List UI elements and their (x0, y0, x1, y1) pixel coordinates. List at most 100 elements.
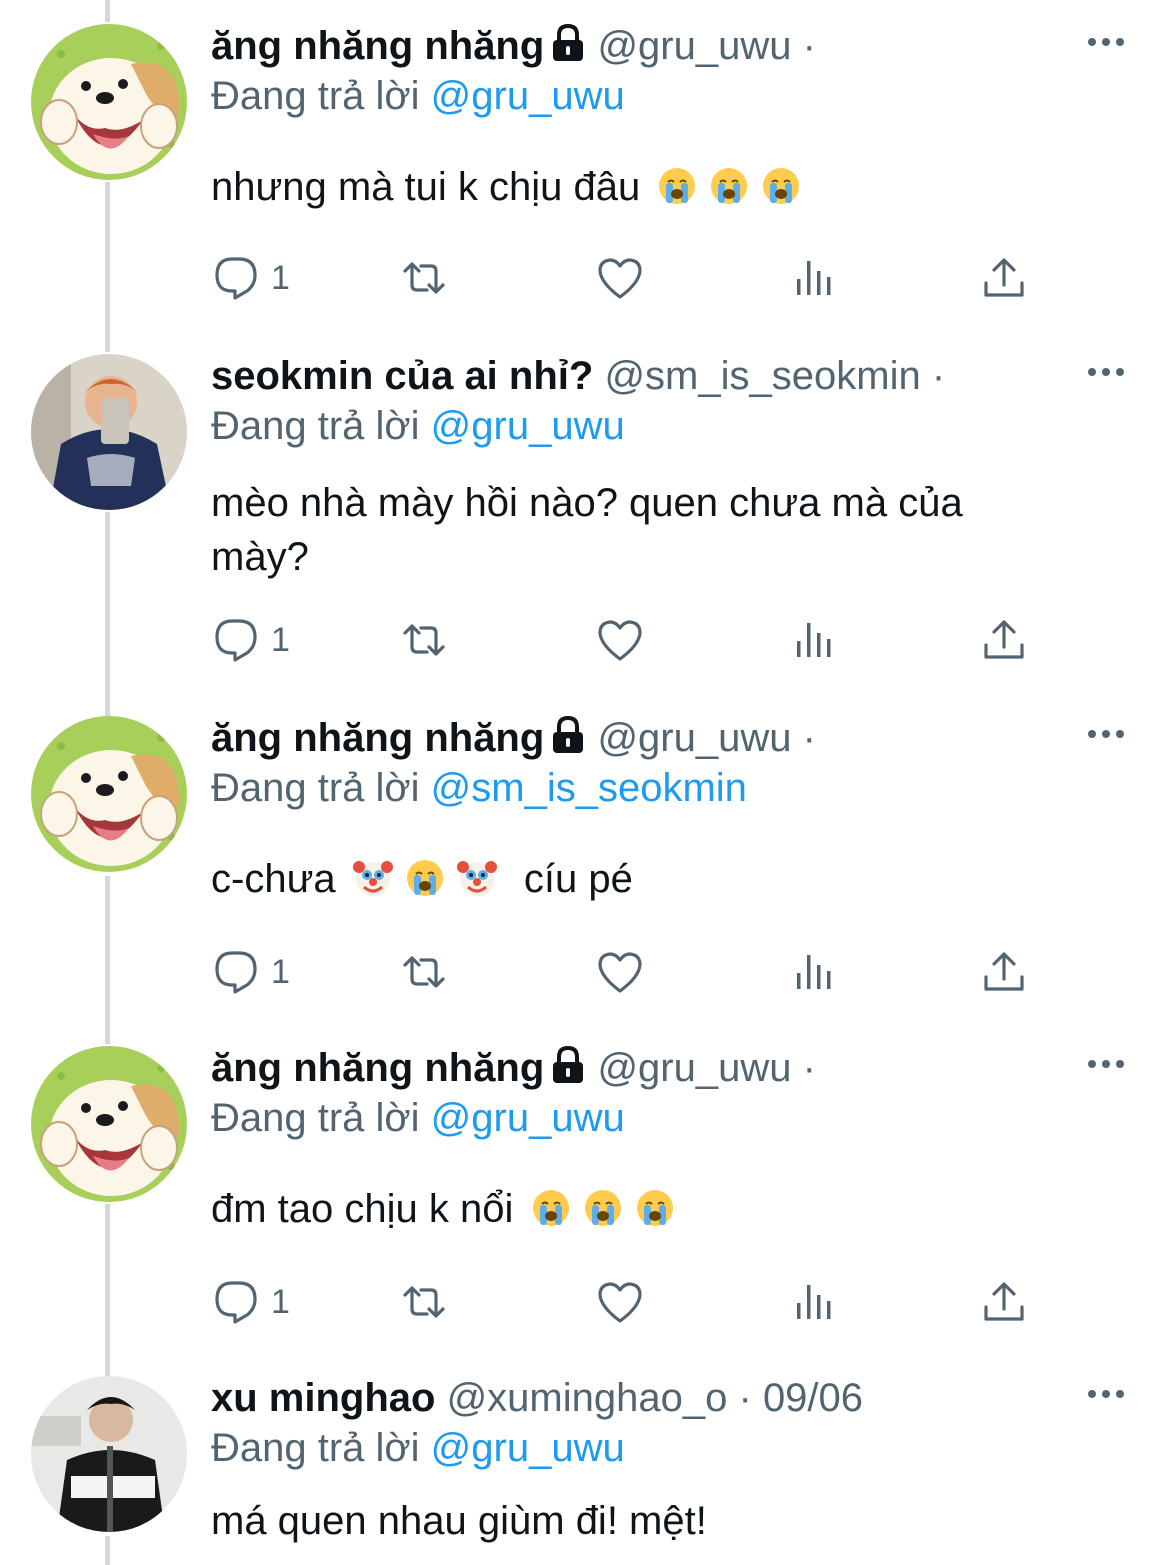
analytics-button[interactable] (789, 944, 839, 1000)
analytics-button[interactable] (789, 612, 839, 668)
separator-dot: · (931, 354, 946, 398)
tweet-text-suffix: cíu pé (523, 857, 633, 901)
separator-dot: · (802, 24, 816, 68)
crying-face-emoji (709, 166, 749, 206)
handle[interactable]: @gru_uwu (597, 716, 791, 760)
reply-icon (211, 253, 261, 303)
replying-label: Đang trả lời (211, 1096, 420, 1140)
like-button[interactable] (595, 944, 645, 1000)
stats-icon (789, 947, 839, 997)
reply-button[interactable]: 1 (211, 944, 290, 1000)
tweet-text: mèo nhà mày hồi nào? quen chưa mà của mà… (211, 476, 1091, 584)
reply-to-link[interactable]: @gru_uwu (431, 1426, 625, 1470)
clown-face-emoji (457, 858, 497, 898)
action-bar: 1 (211, 1274, 1041, 1330)
replying-to: Đang trả lời @gru_uwu (211, 72, 625, 120)
heart-icon (595, 253, 645, 303)
separator-dot: · (802, 716, 816, 760)
handle[interactable]: @xuminghao_o (447, 1376, 728, 1420)
handle[interactable]: @sm_is_seokmin (604, 354, 920, 398)
retweet-button[interactable] (399, 944, 449, 1000)
retweet-button[interactable] (399, 1274, 449, 1330)
lock-icon (550, 1045, 586, 1085)
replying-to: Đang trả lời @gru_uwu (211, 402, 625, 450)
retweet-icon (399, 1277, 449, 1327)
reply-to-link[interactable]: @gru_uwu (431, 74, 625, 118)
reply-button[interactable]: 1 (211, 250, 290, 306)
avatar[interactable] (31, 354, 187, 510)
stats-icon (789, 615, 839, 665)
handle[interactable]: @gru_uwu (597, 24, 791, 68)
display-name[interactable]: ăng nhăng nhăng (211, 1046, 544, 1090)
reply-to-link[interactable]: @sm_is_seokmin (431, 766, 747, 810)
tweet[interactable]: ăng nhăng nhăng @gru_uwu · Đang trả lời … (0, 10, 1170, 340)
heart-icon (595, 947, 645, 997)
reply-to-link[interactable]: @gru_uwu (431, 1096, 625, 1140)
retweet-icon (399, 253, 449, 303)
replying-to: Đang trả lời @gru_uwu (211, 1094, 625, 1142)
retweet-icon (399, 615, 449, 665)
tweet-text-content: nhưng mà tui k chịu đâu (211, 165, 641, 209)
tweet[interactable]: xu minghao @xuminghao_o · 09/06 Đang trả… (0, 1362, 1170, 1565)
reply-button[interactable]: 1 (211, 612, 290, 668)
reply-to-link[interactable]: @gru_uwu (431, 404, 625, 448)
avatar[interactable] (31, 1046, 187, 1202)
share-button[interactable] (979, 1274, 1029, 1330)
share-icon (979, 253, 1029, 303)
tweet-text: c-chưa cíu pé (211, 852, 1091, 906)
replying-label: Đang trả lời (211, 1426, 420, 1470)
share-icon (979, 615, 1029, 665)
stats-icon (789, 253, 839, 303)
replying-label: Đang trả lời (211, 404, 420, 448)
tweet[interactable]: seokmin của ai nhỉ? @sm_is_seokmin · Đan… (0, 340, 1170, 702)
tweet-header: ăng nhăng nhăng @gru_uwu · (211, 1044, 816, 1092)
reply-count: 1 (271, 258, 290, 297)
retweet-button[interactable] (399, 612, 449, 668)
crying-face-emoji (657, 166, 697, 206)
reply-icon (211, 1277, 261, 1327)
tweet-date[interactable]: 09/06 (763, 1376, 863, 1420)
crying-face-emoji (635, 1188, 675, 1228)
reply-count: 1 (271, 620, 290, 659)
like-button[interactable] (595, 1274, 645, 1330)
display-name[interactable]: ăng nhăng nhăng (211, 24, 544, 68)
more-options-icon[interactable] (1086, 728, 1126, 740)
share-button[interactable] (979, 250, 1029, 306)
tweet-header: ăng nhăng nhăng @gru_uwu · (211, 22, 816, 70)
tweet-text: nhưng mà tui k chịu đâu (211, 160, 1091, 214)
replying-to: Đang trả lời @sm_is_seokmin (211, 764, 747, 812)
avatar[interactable] (31, 24, 187, 180)
like-button[interactable] (595, 250, 645, 306)
crying-face-emoji (531, 1188, 571, 1228)
more-options-icon[interactable] (1086, 1388, 1126, 1400)
reply-count: 1 (271, 1282, 290, 1321)
share-icon (979, 1277, 1029, 1327)
crying-face-emoji (761, 166, 801, 206)
reply-button[interactable]: 1 (211, 1274, 290, 1330)
action-bar: 1 (211, 944, 1041, 1000)
avatar[interactable] (31, 716, 187, 872)
share-button[interactable] (979, 944, 1029, 1000)
tweet[interactable]: ăng nhăng nhăng @gru_uwu · Đang trả lời … (0, 1032, 1170, 1362)
analytics-button[interactable] (789, 1274, 839, 1330)
more-options-icon[interactable] (1086, 366, 1126, 378)
handle[interactable]: @gru_uwu (597, 1046, 791, 1090)
display-name[interactable]: seokmin của ai nhỉ? (211, 354, 593, 398)
more-options-icon[interactable] (1086, 1058, 1126, 1070)
display-name[interactable]: ăng nhăng nhăng (211, 716, 544, 760)
display-name[interactable]: xu minghao (211, 1376, 435, 1420)
share-icon (979, 947, 1029, 997)
action-bar: 1 (211, 612, 1041, 668)
analytics-button[interactable] (789, 250, 839, 306)
retweet-button[interactable] (399, 250, 449, 306)
lock-icon (550, 23, 586, 63)
tweet-text-content: má quen nhau giùm đi! mệt! (211, 1499, 707, 1543)
crying-face-emoji (405, 858, 445, 898)
like-button[interactable] (595, 612, 645, 668)
share-button[interactable] (979, 612, 1029, 668)
tweet[interactable]: ăng nhăng nhăng @gru_uwu · Đang trả lời … (0, 702, 1170, 1032)
heart-icon (595, 1277, 645, 1327)
avatar[interactable] (31, 1376, 187, 1532)
tweet-text: má quen nhau giùm đi! mệt! (211, 1494, 1091, 1548)
more-options-icon[interactable] (1086, 36, 1126, 48)
